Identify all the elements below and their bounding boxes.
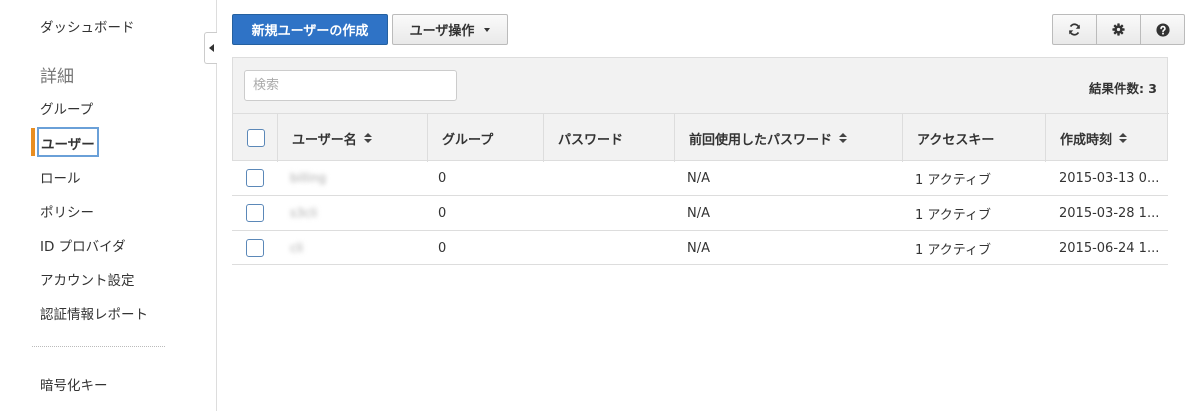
table-header: ユーザー名 グループ パスワード 前回使用したパスワード アクセスキー 作成時刻	[233, 113, 1169, 162]
sidebar-item-encryption-keys[interactable]: 暗号化キー	[40, 374, 108, 394]
settings-button[interactable]	[1096, 14, 1141, 45]
header-access-keys-label: アクセスキー	[917, 132, 995, 148]
toolbar-icon-group	[1052, 14, 1185, 45]
header-groups-label: グループ	[442, 132, 494, 148]
cell-created: 2015-06-24 1...	[1059, 240, 1160, 256]
sidebar-item-groups[interactable]: グループ	[40, 98, 93, 118]
sidebar-item-credential-report[interactable]: 認証情報レポート	[40, 303, 148, 323]
sidebar: ダッシュボード 詳細 グループ ユーザー ロール ポリシー ID プロバイダ ア…	[0, 0, 217, 411]
help-icon	[1155, 22, 1170, 37]
sidebar-item-policies[interactable]: ポリシー	[40, 201, 94, 221]
header-access-keys[interactable]: アクセスキー	[902, 114, 1045, 162]
sidebar-divider	[32, 346, 165, 347]
header-created-label: 作成時刻	[1060, 132, 1113, 148]
row-checkbox[interactable]	[246, 239, 264, 257]
table-row[interactable]: s3cli 0 N/A 1 アクティブ 2015-03-28 1...	[232, 195, 1168, 230]
header-groups[interactable]: グループ	[427, 114, 543, 162]
user-actions-dropdown[interactable]: ユーザ操作	[392, 14, 508, 45]
gear-icon	[1112, 23, 1125, 36]
row-checkbox[interactable]	[246, 169, 264, 187]
cell-username[interactable]: s3cli	[290, 196, 317, 230]
cell-groups: 0	[438, 240, 447, 256]
select-all-cell	[233, 114, 277, 162]
row-select-cell	[246, 196, 264, 230]
sort-icon	[1119, 133, 1128, 143]
header-username[interactable]: ユーザー名	[277, 114, 427, 162]
sidebar-collapse-button[interactable]	[204, 32, 217, 64]
refresh-icon	[1069, 23, 1080, 36]
sidebar-item-account-settings[interactable]: アカウント設定	[40, 269, 135, 289]
users-table-panel: 結果件数: 3 ユーザー名 グループ パスワード 前回使用したパスワード アクセ…	[232, 57, 1169, 162]
cell-access-keys: 1 アクティブ	[915, 207, 991, 223]
sidebar-item-identity-providers[interactable]: ID プロバイダ	[40, 235, 126, 255]
cell-username[interactable]: cli	[290, 231, 303, 265]
create-user-button[interactable]: 新規ユーザーの作成	[232, 14, 388, 45]
sort-icon	[839, 133, 848, 143]
cell-last-used: N/A	[687, 240, 710, 256]
table-body: billing 0 N/A 1 アクティブ 2015-03-13 0... s3…	[232, 160, 1168, 265]
cell-access-keys: 1 アクティブ	[915, 172, 991, 188]
table-row[interactable]: billing 0 N/A 1 アクティブ 2015-03-13 0...	[232, 160, 1168, 195]
header-password-label: パスワード	[558, 132, 624, 148]
row-checkbox[interactable]	[246, 204, 264, 222]
cell-access-keys: 1 アクティブ	[915, 242, 991, 258]
cell-last-used: N/A	[687, 205, 710, 221]
select-all-checkbox[interactable]	[247, 129, 265, 147]
table-row[interactable]: cli 0 N/A 1 アクティブ 2015-06-24 1...	[232, 230, 1168, 265]
user-actions-label: ユーザ操作	[409, 24, 475, 39]
sidebar-item-dashboard[interactable]: ダッシュボード	[40, 16, 135, 36]
cell-created: 2015-03-13 0...	[1059, 170, 1160, 186]
header-last-used[interactable]: 前回使用したパスワード	[674, 114, 902, 162]
result-count: 結果件数: 3	[1088, 81, 1157, 96]
chevron-left-icon	[208, 44, 214, 52]
row-select-cell	[246, 231, 264, 265]
active-indicator	[31, 128, 35, 156]
sidebar-item-roles[interactable]: ロール	[40, 167, 81, 187]
cell-last-used: N/A	[687, 170, 710, 186]
header-last-used-label: 前回使用したパスワード	[689, 132, 833, 148]
header-password[interactable]: パスワード	[543, 114, 674, 162]
sidebar-section-details: 詳細	[40, 67, 74, 87]
help-button[interactable]	[1140, 14, 1185, 45]
row-select-cell	[246, 161, 264, 195]
cell-groups: 0	[438, 170, 447, 186]
header-created[interactable]: 作成時刻	[1045, 114, 1169, 162]
search-input[interactable]	[244, 70, 457, 101]
cell-username[interactable]: billing	[290, 161, 326, 195]
caret-down-icon	[484, 27, 491, 32]
sidebar-item-users-label[interactable]: ユーザー	[41, 133, 95, 153]
header-username-label: ユーザー名	[292, 132, 357, 148]
refresh-button[interactable]	[1052, 14, 1097, 45]
cell-created: 2015-03-28 1...	[1059, 205, 1160, 221]
cell-groups: 0	[438, 205, 447, 221]
sort-icon	[363, 133, 372, 143]
